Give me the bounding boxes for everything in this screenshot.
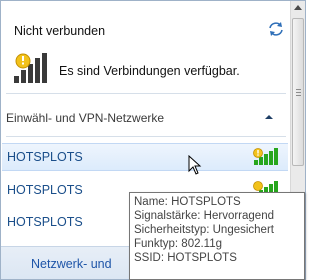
tooltip-security: Sicherheitstyp: Ungesichert [134,224,274,236]
section-label: Einwähl- und VPN-Netzwerke [6,111,165,125]
tooltip-signal: Signalstärke: Hervorragend [134,210,274,222]
grip-line [296,89,301,90]
available-connections-text: Es sind Verbindungen verfügbar. [59,64,240,78]
chevron-up-icon[interactable] [263,111,275,123]
divider [6,136,286,137]
header: Nicht verbunden Es sind Verbindungen ver… [1,1,291,89]
tooltip-name: Name: HOTSPLOTS [134,196,241,208]
divider [6,93,286,94]
network-name: HOTSPLOTS [7,183,83,197]
refresh-icon[interactable] [268,21,284,37]
connection-status: Nicht verbunden [14,24,106,38]
tooltip-radio-type: Funktyp: 802.11g [134,238,223,250]
network-sharing-center-link[interactable]: Netzwerk- und [31,257,112,271]
tooltip-ssid: SSID: HOTSPLOTS [134,252,237,264]
scroll-up-arrow-icon[interactable] [294,5,302,10]
signal-strength-icon [253,148,278,165]
mouse-cursor-icon [188,155,202,175]
grip-line [296,95,301,96]
scrollbar-thumb[interactable] [292,18,304,166]
network-tooltip: Name: HOTSPLOTS Signalstärke: Hervorrage… [129,192,305,280]
network-item-1[interactable]: HOTSPLOTS [2,143,288,171]
network-name: HOTSPLOTS [7,150,83,164]
grip-line [296,92,301,93]
wireless-available-icon [14,53,47,83]
network-name: HOTSPLOTS [7,215,83,229]
